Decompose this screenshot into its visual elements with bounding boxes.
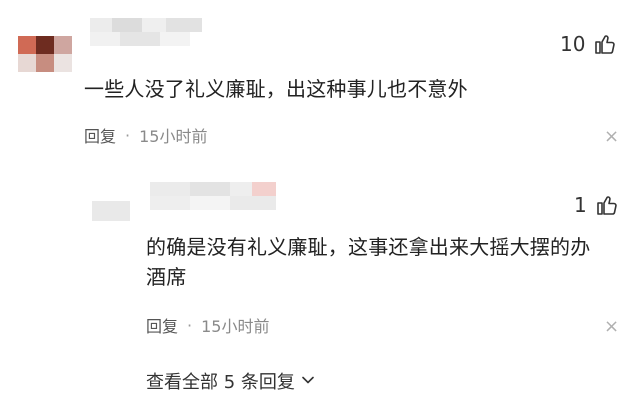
view-all-label: 查看全部 5 条回复	[146, 372, 295, 393]
meta-separator: ·	[125, 125, 131, 145]
view-all-replies-link[interactable]: 查看全部 5 条回复	[146, 368, 315, 394]
like-button[interactable]: 10	[560, 31, 617, 57]
avatar[interactable]	[18, 36, 74, 74]
like-button[interactable]: 1	[574, 192, 619, 218]
username-blurred[interactable]	[90, 18, 240, 48]
reply-text-line1: 的确是没有礼义廉耻，这事还拿出来大摇大摆的办	[146, 235, 591, 259]
username-blurred[interactable]	[150, 182, 280, 212]
reply-button[interactable]: 回复	[146, 313, 178, 337]
reply-text: 的确是没有礼义廉耻，这事还拿出来大摇大摆的办 酒席	[146, 232, 626, 292]
close-icon[interactable]: ×	[604, 318, 619, 336]
like-count: 1	[574, 193, 587, 217]
comment-meta: 回复 · 15小时前	[84, 123, 208, 147]
meta-separator: ·	[187, 315, 193, 335]
like-count: 10	[560, 32, 586, 56]
thumbs-up-icon	[593, 32, 617, 56]
chevron-down-icon	[301, 372, 315, 391]
comment-text: 一些人没了礼义廉耻，出这种事儿也不意外	[84, 77, 468, 101]
avatar[interactable]	[92, 201, 130, 221]
close-icon[interactable]: ×	[604, 128, 619, 146]
reply-text-line2: 酒席	[146, 265, 187, 289]
thumbs-up-icon	[595, 193, 619, 217]
timestamp: 15小时前	[201, 317, 270, 336]
reply-button[interactable]: 回复	[84, 123, 116, 147]
timestamp: 15小时前	[139, 127, 208, 146]
reply-meta: 回复 · 15小时前	[146, 313, 270, 337]
